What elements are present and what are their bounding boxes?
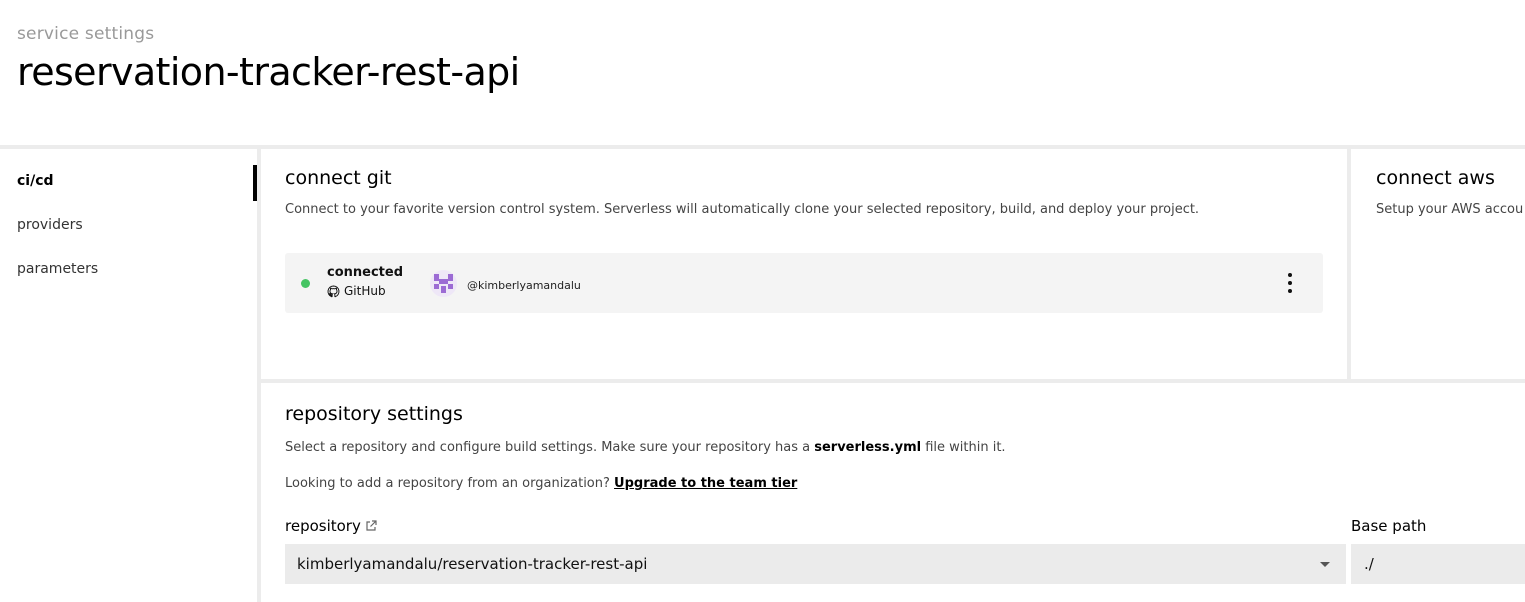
page-title: reservation-tracker-rest-api: [17, 50, 520, 94]
github-icon: [327, 284, 340, 297]
chevron-down-icon: [1320, 562, 1330, 567]
git-connection-card: connected GitHub @kimberlyamandalu: [285, 253, 1323, 313]
serverless-yml-filename: serverless.yml: [814, 440, 922, 455]
repository-select[interactable]: kimberlyamandalu/reservation-tracker-res…: [285, 544, 1346, 584]
organization-prompt: Looking to add a repository from an orga…: [285, 476, 610, 491]
user-avatar: [430, 270, 457, 297]
provider-label: GitHub: [344, 284, 386, 298]
page-subtitle: service settings: [17, 24, 155, 44]
description-text: Select a repository and configure build …: [285, 440, 815, 455]
base-path-input[interactable]: [1351, 544, 1525, 584]
section-divider: [261, 379, 1525, 383]
connection-provider: GitHub: [327, 284, 386, 298]
avatar-identicon: [434, 274, 453, 293]
repository-field-label: repository: [285, 517, 377, 535]
repository-label: repository: [285, 517, 361, 535]
connection-status: connected: [327, 265, 404, 280]
connected-status-dot: [301, 279, 310, 288]
connect-git-description: Connect to your favorite version control…: [285, 202, 1200, 217]
settings-sidebar: ci/cd providers parameters: [0, 149, 257, 602]
sidebar-item-parameters[interactable]: parameters: [17, 261, 98, 277]
base-path-label: Base path: [1351, 517, 1427, 535]
page-header: service settings reservation-tracker-res…: [17, 24, 520, 94]
repository-selected-value: kimberlyamandalu/reservation-tracker-res…: [297, 555, 648, 573]
organization-prompt-line: Looking to add a repository from an orga…: [285, 476, 797, 491]
sidebar-item-providers[interactable]: providers: [17, 217, 83, 233]
repository-settings-title: repository settings: [285, 403, 463, 425]
upgrade-team-tier-link[interactable]: Upgrade to the team tier: [614, 476, 797, 491]
description-suffix: file within it.: [921, 440, 1006, 455]
repository-settings-description: Select a repository and configure build …: [285, 440, 1006, 455]
connected-username: @kimberlyamandalu: [467, 279, 581, 292]
kebab-menu-icon[interactable]: [1280, 271, 1300, 295]
connect-aws-title: connect aws: [1376, 167, 1495, 189]
connect-aws-description: Setup your AWS accou: [1376, 202, 1524, 217]
connect-git-title: connect git: [285, 167, 392, 189]
sidebar-item-cicd[interactable]: ci/cd: [17, 173, 54, 189]
external-link-icon[interactable]: [365, 520, 377, 532]
connect-aws-panel: connect aws Setup your AWS accou: [1351, 149, 1525, 379]
